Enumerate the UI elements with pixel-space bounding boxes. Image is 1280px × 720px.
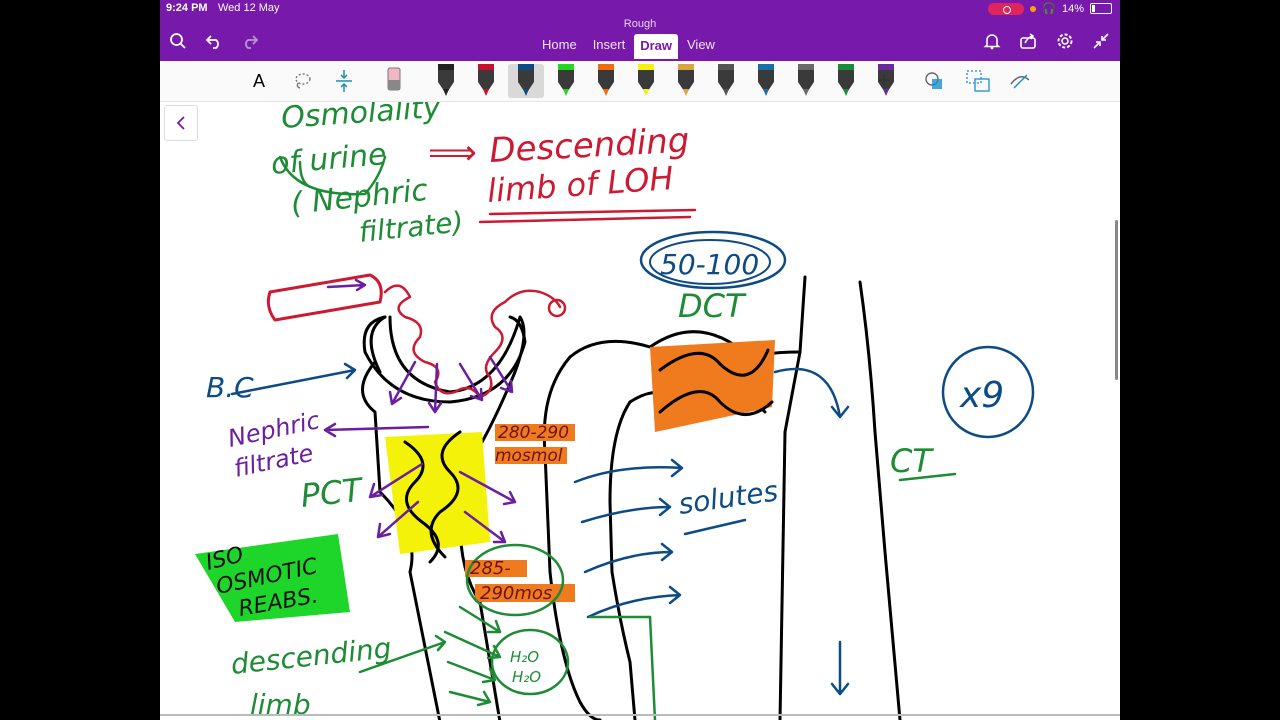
bell-icon[interactable]: [982, 31, 1002, 51]
pen-5[interactable]: [592, 64, 620, 98]
pen-11[interactable]: [832, 64, 860, 98]
ink-285: 285-: [470, 558, 511, 579]
solutes-underline: [683, 518, 747, 536]
chevron-left-icon: [176, 116, 185, 130]
note-canvas[interactable]: Osmolality of urine ( Nephric filtrate) …: [160, 102, 1120, 720]
ink-replay-icon[interactable]: [1008, 64, 1032, 98]
ink-to-shape-icon[interactable]: [964, 64, 992, 98]
pen-7[interactable]: [672, 64, 700, 98]
collapse-icon[interactable]: [1091, 31, 1111, 51]
green-line-right: [648, 615, 657, 720]
mic-indicator-icon: [1030, 5, 1037, 12]
water-arrow-4: [448, 690, 492, 707]
glomerulus-coil: [383, 284, 562, 399]
ink-descending-green: descending: [229, 631, 393, 681]
pen-6[interactable]: [632, 64, 660, 98]
solute-arrow-2: [580, 497, 672, 524]
undo-icon[interactable]: [204, 31, 224, 51]
pen-8[interactable]: [712, 64, 740, 98]
pen-1[interactable]: [432, 64, 460, 98]
status-right: 🎧 14%: [988, 2, 1112, 15]
back-button[interactable]: [164, 105, 198, 141]
collecting-duct-left: [778, 275, 807, 720]
handwritten-diagram: Osmolality of urine ( Nephric filtrate) …: [195, 102, 1035, 720]
ink-of-urine: of urine: [270, 137, 388, 182]
share-icon[interactable]: [1018, 31, 1038, 51]
dct-orange-block: [650, 340, 775, 432]
pct-yellow-block: [385, 432, 490, 554]
battery-percent: 14%: [1061, 2, 1084, 15]
ink-50-100: 50-100: [660, 248, 759, 281]
search-icon[interactable]: [168, 31, 188, 51]
solute-arrow-3: [583, 542, 674, 574]
lasso-icon[interactable]: [290, 64, 314, 98]
eraser-icon[interactable]: [382, 64, 406, 98]
tab-home[interactable]: Home: [535, 34, 584, 59]
pen-3[interactable]: [508, 64, 544, 98]
ink-mosmol: mosmol: [495, 446, 563, 466]
collecting-duct-right: [858, 280, 902, 720]
water-arrow-2: [443, 630, 502, 660]
ink-h2o-2: H₂O: [512, 668, 541, 686]
home-indicator: [160, 714, 1120, 716]
water-arrow-3: [446, 660, 497, 684]
redo-icon[interactable]: [240, 31, 260, 51]
add-space-icon[interactable]: [332, 64, 356, 98]
gear-icon[interactable]: [1055, 31, 1075, 51]
ink-x9: x9: [959, 375, 1004, 416]
screen-recording-icon[interactable]: [988, 2, 1025, 15]
app-header: Rough Home Insert Draw View: [160, 18, 1120, 61]
page-title: Rough: [623, 18, 657, 30]
draw-toolbar: A +: [160, 61, 1120, 102]
loop-descending: [542, 355, 602, 720]
status-bar: 9:24 PM Wed 12 May 🎧 14%: [160, 0, 1120, 18]
add-pen-button[interactable]: +: [872, 64, 896, 98]
shapes-icon[interactable]: [922, 64, 946, 98]
battery-icon: [1090, 3, 1112, 14]
pen-4[interactable]: [552, 64, 580, 98]
ink-dct: DCT: [678, 287, 747, 325]
duct-down-arrow: [830, 640, 850, 696]
glomerulus-tube: [266, 273, 383, 322]
ink-pct: PCT: [299, 471, 366, 515]
status-time: 9:24 PM: [166, 2, 208, 14]
ink-osmolality: Osmolality: [280, 102, 443, 136]
pen-2[interactable]: [472, 64, 500, 98]
text-tool[interactable]: A: [248, 64, 270, 98]
ink-double-arrow: ⟹: [428, 133, 477, 173]
ink-280-290: 280-290: [498, 423, 569, 443]
ink-ct: CT: [890, 442, 934, 480]
solute-arrow-4: [586, 585, 682, 619]
ink-solutes: solutes: [676, 474, 780, 521]
ink-bc: B.C: [206, 371, 254, 404]
ipad-screen: 9:24 PM Wed 12 May 🎧 14% Rough Home Inse…: [160, 0, 1120, 720]
tab-view[interactable]: View: [680, 34, 722, 59]
tab-insert[interactable]: Insert: [586, 34, 633, 59]
pen-10[interactable]: [792, 64, 820, 98]
ribbon-tabs: Home Insert Draw View: [535, 34, 724, 59]
ink-h2o-1: H₂O: [510, 648, 539, 666]
osm-circle: [465, 543, 565, 617]
ink-290mos: 290mos: [480, 583, 552, 604]
tab-draw[interactable]: Draw: [634, 34, 678, 59]
dct-out-arrow: [773, 367, 850, 419]
vertical-scrollbar[interactable]: [1115, 220, 1118, 380]
status-date: Wed 12 May: [218, 2, 280, 14]
solute-arrow-1: [573, 458, 684, 484]
purple-arrow-2: [388, 360, 417, 406]
headphones-icon: 🎧: [1042, 3, 1056, 15]
pen-9[interactable]: [752, 64, 780, 98]
red-underline: [478, 208, 697, 224]
